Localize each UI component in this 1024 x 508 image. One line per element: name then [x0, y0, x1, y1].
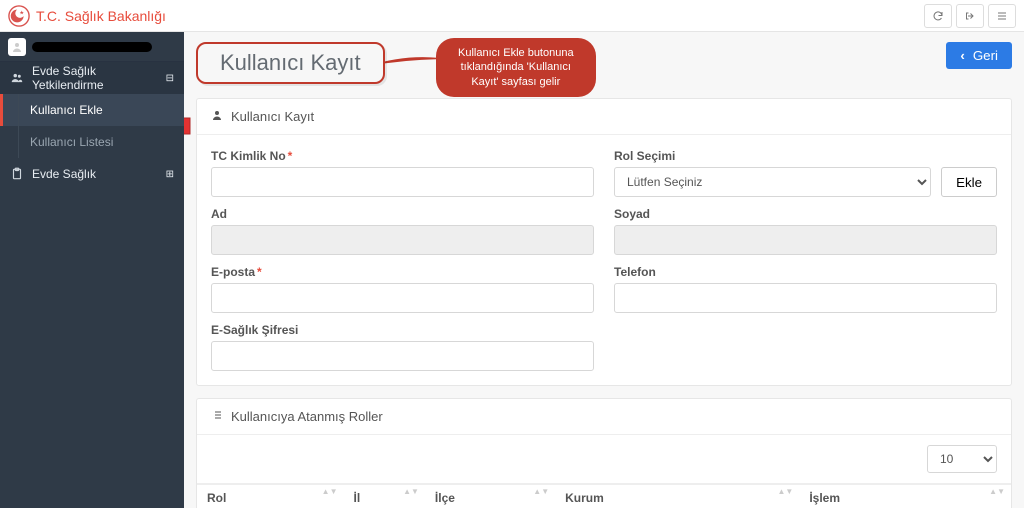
hamburger-icon [996, 10, 1008, 22]
ad-label: Ad [211, 207, 594, 221]
sort-icon: ▲▼ [989, 489, 1005, 495]
eposta-label: E-posta* [211, 265, 594, 279]
eposta-input[interactable] [211, 283, 594, 313]
tc-input[interactable] [211, 167, 594, 197]
sidebar-item-label: Kullanıcı Listesi [30, 135, 113, 149]
add-role-button[interactable]: Ekle [941, 167, 997, 197]
logout-icon [964, 10, 976, 22]
users-icon [10, 71, 24, 85]
telefon-label: Telefon [614, 265, 997, 279]
expand-icon: ⊞ [166, 169, 174, 180]
panel-title: Kullanıcı Kayıt [231, 109, 314, 124]
sidebar-item-kullanici-listesi[interactable]: Kullanıcı Listesi [0, 126, 184, 158]
list-icon [211, 409, 223, 424]
esaglik-label: E-Sağlık Şifresi [211, 323, 594, 337]
role-select[interactable]: Lütfen Seçiniz [614, 167, 931, 197]
brand-title: T.C. Sağlık Bakanlığı [36, 8, 166, 24]
col-kurum[interactable]: Kurum▲▼ [555, 485, 799, 508]
clipboard-icon [10, 167, 24, 181]
sidebar-group-yetkilendirme[interactable]: Evde Sağlık Yetkilendirme ⊟ [0, 62, 184, 94]
annotation-callout: Kullanıcı Ekle butonuna tıklandığında 'K… [436, 38, 596, 97]
avatar-icon [8, 38, 26, 56]
sidebar-item-kullanici-ekle[interactable]: Kullanıcı Ekle [0, 94, 184, 126]
menu-button[interactable] [988, 4, 1016, 28]
collapse-icon: ⊟ [166, 73, 174, 84]
soyad-label: Soyad [614, 207, 997, 221]
col-ilce[interactable]: İlçe▲▼ [425, 485, 555, 508]
sort-icon: ▲▼ [322, 489, 338, 495]
sidebar-item-label: Evde Sağlık [32, 167, 96, 181]
sort-icon: ▲▼ [403, 489, 419, 495]
panel-kullanici-kayit: Kullanıcı Kayıt TC Kimlik No* Rol Seçimi… [196, 98, 1012, 386]
col-il[interactable]: İl▲▼ [344, 485, 425, 508]
logout-button[interactable] [956, 4, 984, 28]
back-button[interactable]: ‹ Geri [946, 42, 1012, 69]
ad-input[interactable] [211, 225, 594, 255]
sidebar-item-label: Kullanıcı Ekle [30, 103, 103, 117]
refresh-icon [932, 10, 944, 22]
col-islem[interactable]: İşlem▲▼ [799, 485, 1011, 508]
panel-roller: Kullanıcıya Atanmış Roller 10 Rol▲▼ İl▲▼… [196, 398, 1012, 508]
ministry-logo-icon [8, 5, 30, 27]
sidebar-group-evdesaglik[interactable]: Evde Sağlık ⊞ [0, 158, 184, 190]
sidebar-user[interactable] [0, 32, 184, 62]
esaglik-input[interactable] [211, 341, 594, 371]
chevron-left-icon: ‹ [960, 48, 964, 63]
sort-icon: ▲▼ [777, 489, 793, 495]
page-size-select[interactable]: 10 [927, 445, 997, 473]
tc-label: TC Kimlik No* [211, 149, 594, 163]
soyad-input[interactable] [614, 225, 997, 255]
annotation-arrow-icon [184, 106, 192, 146]
user-name-redacted [32, 42, 152, 52]
user-icon [211, 109, 223, 124]
col-rol[interactable]: Rol▲▼ [197, 485, 344, 508]
role-label: Rol Seçimi [614, 149, 997, 163]
sort-icon: ▲▼ [533, 489, 549, 495]
sidebar-group-label: Evde Sağlık Yetkilendirme [32, 64, 158, 92]
telefon-input[interactable] [614, 283, 997, 313]
panel-title: Kullanıcıya Atanmış Roller [231, 409, 383, 424]
refresh-button[interactable] [924, 4, 952, 28]
page-title: Kullanıcı Kayıt [196, 42, 385, 84]
